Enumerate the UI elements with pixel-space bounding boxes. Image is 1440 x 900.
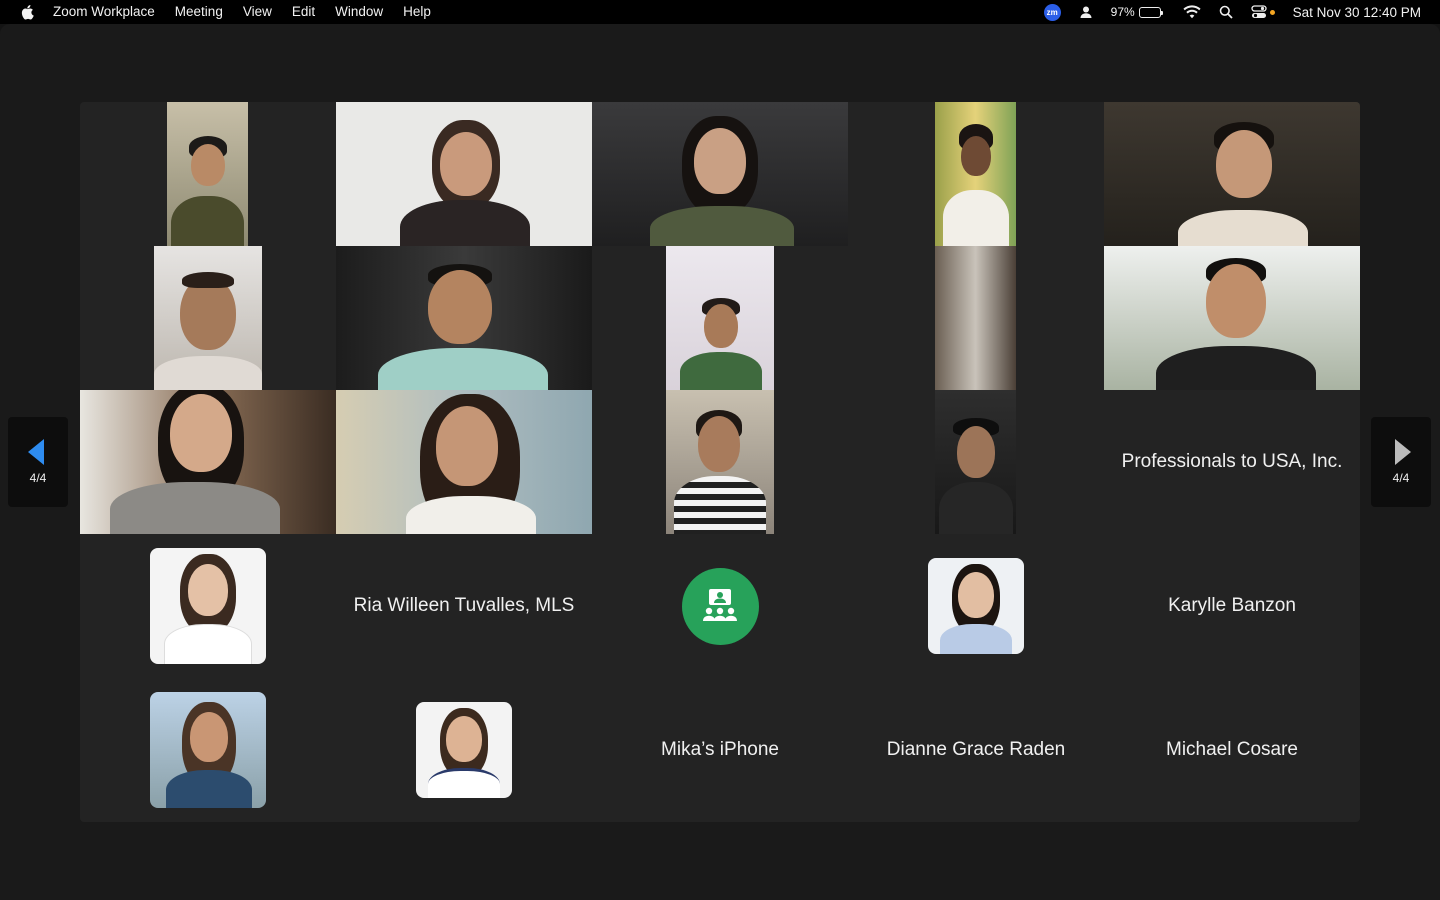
participant-video-tile[interactable]	[336, 390, 592, 534]
menu-help[interactable]: Help	[403, 0, 431, 24]
menu-bar-clock[interactable]: Sat Nov 30 12:40 PM	[1293, 5, 1421, 20]
participant-name: Dianne Grace Raden	[886, 739, 1066, 760]
participant-video-tile[interactable]	[848, 102, 1104, 246]
menu-view[interactable]: View	[243, 0, 272, 24]
control-center-icon[interactable]	[1251, 0, 1275, 24]
participant-name-tile[interactable]: Karylle Banzon	[1104, 534, 1360, 678]
participant-name: Michael Cosare	[1166, 739, 1298, 760]
zoom-badge-text: zm	[1043, 3, 1061, 21]
participant-video	[336, 390, 592, 534]
user-icon[interactable]	[1079, 0, 1093, 24]
app-menu-zoom-workplace[interactable]: Zoom Workplace	[53, 0, 155, 24]
participant-video-tile[interactable]	[592, 102, 848, 246]
chevron-right-icon	[1395, 439, 1411, 465]
participant-name-tile[interactable]: Professionals to USA, Inc.	[1104, 390, 1360, 534]
participant-video	[935, 102, 1016, 246]
menu-meeting[interactable]: Meeting	[175, 0, 223, 24]
participant-video-tile[interactable]	[848, 246, 1104, 390]
chevron-left-icon	[28, 439, 44, 465]
participant-avatar	[928, 558, 1024, 654]
battery-status[interactable]: 97%	[1110, 5, 1163, 19]
previous-page-button[interactable]: 4/4	[8, 417, 68, 507]
participant-avatar	[150, 548, 266, 664]
participant-video-tile[interactable]	[80, 102, 336, 246]
participant-video-tile[interactable]	[1104, 102, 1360, 246]
zoom-status-icon[interactable]: zm	[1043, 0, 1061, 24]
participant-video	[935, 390, 1016, 534]
participant-avatar-tile[interactable]	[592, 534, 848, 678]
participant-video	[666, 390, 774, 534]
participant-avatar-tile[interactable]	[336, 678, 592, 822]
participant-video	[1104, 102, 1360, 246]
participant-video-tile[interactable]	[848, 390, 1104, 534]
participant-video-tile[interactable]	[1104, 246, 1360, 390]
recording-indicator-icon	[1269, 9, 1275, 15]
participant-avatar-tile[interactable]	[80, 534, 336, 678]
participant-video	[935, 246, 1016, 390]
participant-video-tile[interactable]	[592, 390, 848, 534]
participant-name-tile[interactable]: Mika’s iPhone	[592, 678, 848, 822]
next-page-label: 4/4	[1392, 471, 1410, 485]
participant-video	[666, 246, 774, 390]
participant-video-tile[interactable]	[336, 102, 592, 246]
participant-video	[80, 390, 336, 534]
participant-video-tile[interactable]	[336, 246, 592, 390]
participant-avatar-tile[interactable]	[80, 678, 336, 822]
next-page-button[interactable]: 4/4	[1371, 417, 1431, 507]
participant-video	[336, 102, 592, 246]
participant-avatar-tile[interactable]	[848, 534, 1104, 678]
macos-menu-bar: Zoom Workplace Meeting View Edit Window …	[0, 0, 1440, 24]
participant-avatar	[150, 692, 266, 808]
menu-window[interactable]: Window	[335, 0, 383, 24]
participant-name-tile[interactable]: Michael Cosare	[1104, 678, 1360, 822]
participant-name: Ria Willeen Tuvalles, MLS	[353, 595, 575, 616]
participant-video	[154, 246, 262, 390]
wifi-icon[interactable]	[1183, 0, 1201, 24]
participant-name-tile[interactable]: Ria Willeen Tuvalles, MLS	[336, 534, 592, 678]
participant-video	[167, 102, 248, 246]
participant-video	[336, 246, 592, 390]
participant-name-tile[interactable]: Dianne Grace Raden	[848, 678, 1104, 822]
participant-avatar	[416, 702, 512, 798]
apple-icon[interactable]	[20, 4, 34, 20]
previous-page-label: 4/4	[29, 471, 47, 485]
spotlight-icon[interactable]	[1219, 0, 1233, 24]
group-participant-icon	[681, 567, 759, 645]
menu-edit[interactable]: Edit	[292, 0, 315, 24]
participant-name: Karylle Banzon	[1168, 595, 1296, 616]
gallery-view: Professionals to USA, Inc. Ria Willeen T…	[80, 102, 1360, 822]
participant-video-tile[interactable]	[80, 246, 336, 390]
participant-name: Mika’s iPhone	[661, 739, 779, 760]
participant-video	[1104, 246, 1360, 390]
participant-video-tile[interactable]	[80, 390, 336, 534]
participant-name: Professionals to USA, Inc.	[1121, 451, 1343, 472]
participant-video-tile[interactable]	[592, 246, 848, 390]
battery-icon	[1138, 6, 1163, 18]
participant-video	[592, 102, 848, 246]
battery-percent: 97%	[1110, 5, 1135, 19]
